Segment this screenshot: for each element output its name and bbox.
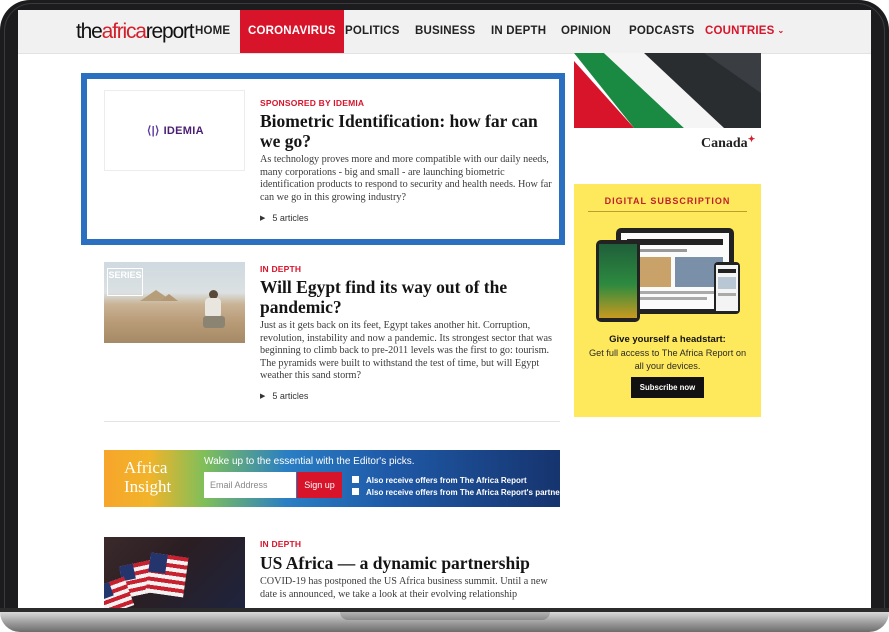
- nav-business[interactable]: BUSINESS: [415, 10, 475, 53]
- email-input[interactable]: [204, 472, 296, 498]
- insight-brand: Africa Insight: [124, 458, 171, 496]
- phone-mockup-magazine: [596, 240, 640, 322]
- offers-label-1: Also receive offers from The Africa Repo…: [366, 476, 527, 485]
- laptop-screen: theafricareport HOME CORONAVIRUS POLITIC…: [18, 10, 871, 610]
- nav-opinion[interactable]: OPINION: [561, 10, 611, 53]
- article-kicker[interactable]: IN DEPTH: [260, 539, 301, 549]
- top-nav: theafricareport HOME CORONAVIRUS POLITIC…: [18, 10, 871, 54]
- site-logo[interactable]: theafricareport: [76, 20, 195, 43]
- insight-brand-line1: Africa: [124, 458, 168, 477]
- phone-mockup-small: [714, 262, 740, 314]
- nav-countries[interactable]: COUNTRIES ⌄: [705, 10, 784, 53]
- article-thumbnail-us-africa[interactable]: [104, 537, 245, 610]
- nav-podcasts[interactable]: PODCASTS: [629, 10, 695, 53]
- us-flag-shape: [145, 552, 189, 598]
- article-thumbnail-egypt[interactable]: SERIES: [104, 262, 245, 343]
- nav-countries-label: COUNTRIES: [705, 25, 775, 37]
- offers-label-2: Also receive offers from The Africa Repo…: [366, 488, 560, 497]
- article-count-label: 5 articles: [272, 391, 309, 401]
- nav-in-depth[interactable]: IN DEPTH: [491, 10, 546, 53]
- section-divider: [104, 421, 560, 422]
- subscription-title: DIGITAL SUBSCRIPTION: [604, 196, 731, 206]
- offers-checkbox-1[interactable]: Also receive offers from The Africa Repo…: [352, 476, 527, 485]
- article-headline[interactable]: US Africa — a dynamic partnership: [260, 553, 560, 573]
- checkbox-icon[interactable]: [352, 476, 359, 484]
- offers-checkbox-2[interactable]: Also receive offers from The Africa Repo…: [352, 488, 560, 497]
- ad-graphic: [574, 53, 761, 128]
- nav-home[interactable]: HOME: [195, 10, 230, 53]
- insight-tagline: Wake up to the essential with the Editor…: [204, 456, 415, 467]
- pyramid-shape-small: [160, 294, 178, 301]
- ad-brand-canada[interactable]: Canada✦: [701, 134, 756, 152]
- sign-up-button[interactable]: Sign up: [297, 472, 342, 498]
- insight-brand-line2: Insight: [124, 477, 172, 496]
- article-kicker[interactable]: IN DEPTH: [260, 264, 301, 274]
- checkbox-icon[interactable]: [352, 488, 359, 496]
- logo-africa: africa: [101, 20, 147, 43]
- nav-politics[interactable]: POLITICS: [345, 10, 400, 53]
- subscription-headline: Give yourself a headstart:: [609, 334, 726, 345]
- ad-brand-text: Canada: [701, 136, 748, 151]
- article-card-egypt[interactable]: SERIES IN DEPTH Will Egypt find its way …: [104, 262, 560, 412]
- series-tag: SERIES: [107, 268, 143, 296]
- logo-the: the: [76, 20, 103, 43]
- chevron-down-icon: ⌄: [777, 26, 785, 35]
- series-tag-text: SERIES: [108, 270, 142, 280]
- subscription-body: Get full access to The Africa Report on …: [588, 348, 747, 371]
- article-count[interactable]: ▶ 5 articles: [260, 391, 308, 401]
- article-card-us-africa[interactable]: IN DEPTH US Africa — a dynamic partnersh…: [104, 537, 560, 610]
- subscription-card: DIGITAL SUBSCRIPTION Give yourself a hea…: [574, 184, 761, 417]
- logo-report: report: [145, 20, 195, 43]
- maple-leaf-icon: ✦: [747, 134, 756, 144]
- ad-banner-top[interactable]: [574, 53, 761, 128]
- article-dek: Just as it gets back on its feet, Egypt …: [260, 320, 552, 382]
- subscribe-button[interactable]: Subscribe now: [631, 377, 704, 398]
- article-headline[interactable]: Will Egypt find its way out of the pande…: [260, 277, 560, 317]
- subscription-divider: [588, 211, 747, 212]
- highlight-box: [81, 73, 565, 245]
- article-dek: COVID-19 has postponed the US Africa bus…: [260, 576, 548, 600]
- play-triangle-icon: ▶: [260, 393, 266, 400]
- photographer-figure: [203, 290, 225, 330]
- newsletter-banner: Africa Insight Wake up to the essential w…: [104, 450, 560, 507]
- laptop-notch: [340, 612, 550, 620]
- nav-coronavirus[interactable]: CORONAVIRUS: [240, 10, 344, 53]
